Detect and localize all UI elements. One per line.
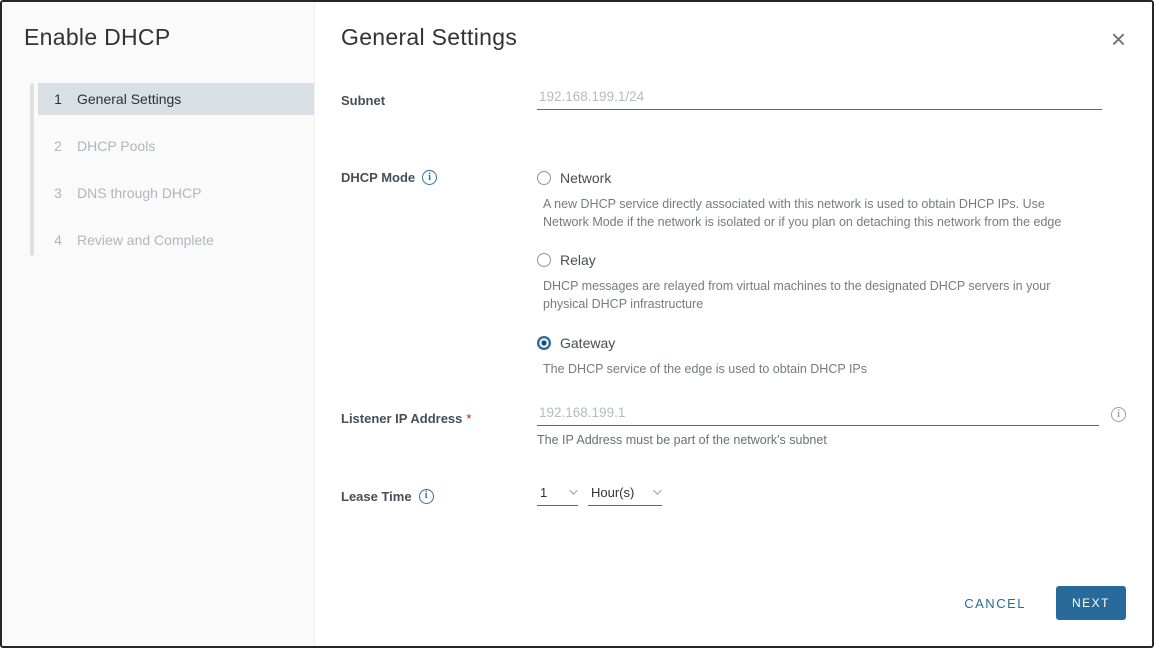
dhcp-mode-options: Network A new DHCP service directly asso… <box>537 170 1126 378</box>
dhcp-mode-label: DHCP Mode i <box>341 170 537 378</box>
step-dhcp-pools[interactable]: 2 DHCP Pools <box>38 130 314 162</box>
dialog-title: Enable DHCP <box>24 24 171 50</box>
main-header: General Settings × <box>341 24 1126 52</box>
step-label: DNS through DHCP <box>77 185 202 201</box>
radio-option-gateway: Gateway The DHCP service of the edge is … <box>537 335 1126 378</box>
required-asterisk: * <box>466 410 472 426</box>
close-icon[interactable]: × <box>1111 26 1126 52</box>
relay-radio[interactable]: Relay <box>537 252 1126 268</box>
gateway-radio-description: The DHCP service of the edge is used to … <box>543 361 868 376</box>
relay-radio-label: Relay <box>560 252 596 269</box>
steps-track <box>30 83 34 256</box>
lease-time-unit-select[interactable]: Hour(s) <box>588 483 662 506</box>
listener-ip-row: Listener IP Address * i The IP Address m… <box>341 402 1126 447</box>
radio-unselected-icon[interactable] <box>537 253 551 268</box>
step-number: 2 <box>54 138 62 154</box>
wizard-sidebar: Enable DHCP 1 General Settings 2 DHCP Po… <box>2 2 315 646</box>
step-number: 3 <box>54 185 62 201</box>
listener-ip-hint: The IP Address must be part of the netwo… <box>537 432 827 447</box>
network-radio[interactable]: Network <box>537 170 1126 186</box>
cancel-button[interactable]: CANCEL <box>964 596 1026 611</box>
subnet-label: Subnet <box>341 93 386 108</box>
radio-option-network: Network A new DHCP service directly asso… <box>537 170 1126 231</box>
listener-ip-label: Listener IP Address * <box>341 410 472 426</box>
wizard-steps: 1 General Settings 2 DHCP Pools 3 DNS th… <box>2 83 314 256</box>
listener-ip-input[interactable] <box>537 402 1099 426</box>
listener-ip-input-wrap: i <box>537 402 1126 426</box>
gateway-radio-label: Gateway <box>560 334 616 351</box>
listener-ip-control: i The IP Address must be part of the net… <box>537 402 1126 447</box>
listener-ip-info-icon[interactable]: i <box>1111 406 1126 422</box>
step-number: 4 <box>54 232 62 248</box>
step-dns-through-dhcp[interactable]: 3 DNS through DHCP <box>38 177 314 209</box>
step-label: General Settings <box>77 91 182 107</box>
radio-option-relay: Relay DHCP messages are relayed from vir… <box>537 252 1126 313</box>
subnet-row: Subnet <box>341 87 1126 110</box>
radio-selected-icon[interactable] <box>537 335 551 350</box>
subnet-input[interactable] <box>537 87 1102 110</box>
relay-radio-description: DHCP messages are relayed from virtual m… <box>543 279 1051 312</box>
radio-unselected-icon[interactable] <box>537 171 551 185</box>
lease-time-unit: Hour(s) <box>591 484 635 500</box>
main-panel: General Settings × Subnet DHCP Mode i <box>315 2 1152 646</box>
step-general-settings[interactable]: 1 General Settings <box>38 83 314 115</box>
dhcp-mode-row: DHCP Mode i Network A new DHCP service d… <box>341 170 1126 378</box>
step-label: DHCP Pools <box>77 138 156 154</box>
step-number: 1 <box>54 91 62 107</box>
lease-time-value-select[interactable]: 1 <box>537 483 578 506</box>
chevron-down-icon <box>569 486 578 495</box>
chevron-down-icon <box>653 486 662 495</box>
lease-time-info-icon[interactable]: i <box>418 488 434 504</box>
lease-time-label: Lease Time i <box>341 483 537 506</box>
lease-time-control: 1 Hour(s) <box>537 483 1126 506</box>
page-title: General Settings <box>341 24 518 50</box>
network-radio-label: Network <box>560 170 612 186</box>
gateway-radio[interactable]: Gateway <box>537 335 1126 351</box>
subnet-control <box>537 87 1126 110</box>
lease-time-row: Lease Time i 1 Hour(s) <box>341 483 1126 506</box>
dialog-footer: CANCEL NEXT <box>964 586 1126 620</box>
lease-time-selects: 1 Hour(s) <box>537 483 1126 506</box>
step-label: Review and Complete <box>77 232 214 248</box>
dhcp-mode-info-icon[interactable]: i <box>422 170 438 185</box>
next-button[interactable]: NEXT <box>1056 586 1126 620</box>
step-review-and-complete[interactable]: 4 Review and Complete <box>38 224 314 256</box>
enable-dhcp-dialog: Enable DHCP 1 General Settings 2 DHCP Po… <box>0 0 1154 648</box>
network-radio-description: A new DHCP service directly associated w… <box>543 197 1062 230</box>
general-settings-form: Subnet DHCP Mode i Network <box>341 87 1126 506</box>
lease-time-value: 1 <box>540 484 548 500</box>
